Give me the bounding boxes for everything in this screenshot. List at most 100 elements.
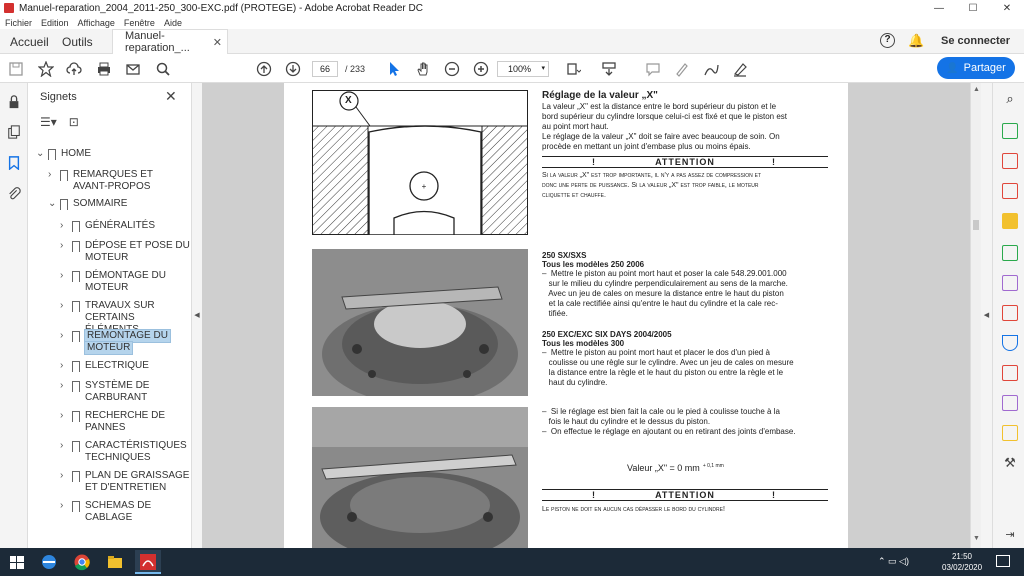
comment-tool-icon[interactable] — [1002, 213, 1018, 229]
share-button[interactable]: 👤 Partager — [937, 57, 1015, 79]
chevron-right-icon[interactable]: › — [60, 410, 70, 422]
organize-pages-icon[interactable] — [1002, 275, 1018, 291]
bookmark-icon[interactable] — [6, 156, 22, 172]
chevron-right-icon[interactable]: › — [60, 300, 70, 312]
search-icon-right[interactable]: ⌕ — [1002, 91, 1018, 107]
more-tools-icon[interactable]: ⚒ — [1002, 455, 1018, 471]
maximize-button[interactable]: ☐ — [956, 0, 990, 16]
sign-in-link[interactable]: Se connecter — [941, 35, 1010, 47]
page-down-icon[interactable] — [284, 60, 302, 78]
menu-fenetre[interactable]: Fenêtre — [124, 18, 155, 28]
tray-icons[interactable]: ⌃ ▭ ◁) — [878, 556, 909, 567]
sign-icon[interactable] — [731, 60, 749, 78]
chevron-right-icon[interactable]: › — [60, 360, 70, 372]
bookmark-item[interactable]: › DÉPOSE ET POSE DU — [60, 240, 190, 252]
edit-pdf-icon[interactable] — [1002, 183, 1018, 199]
menu-aide[interactable]: Aide — [164, 18, 182, 28]
chevron-right-icon[interactable]: › — [60, 500, 70, 512]
bookmark-item[interactable]: › SYSTÈME DE — [60, 380, 190, 392]
chevron-right-icon[interactable]: › — [48, 169, 58, 181]
collapse-left-panel-icon[interactable]: ◀ — [192, 83, 202, 548]
zoom-out-icon[interactable] — [443, 60, 461, 78]
bookmark-item[interactable]: MOTEUR — [60, 282, 190, 294]
bookmark-item[interactable]: AVANT-PROPOS — [48, 181, 178, 193]
bookmark-item[interactable]: ⌄ HOME — [36, 148, 166, 160]
bookmark-item[interactable]: › SCHEMAS DE — [60, 500, 190, 512]
bookmark-item[interactable]: TECHNIQUES — [60, 452, 190, 464]
menu-affichage[interactable]: Affichage — [78, 18, 115, 28]
pages-icon[interactable] — [6, 125, 22, 141]
chevron-down-icon[interactable]: ⌄ — [36, 148, 46, 160]
bookmark-item[interactable]: › GÉNÉRALITÉS — [60, 220, 190, 232]
comment-icon[interactable] — [644, 60, 662, 78]
bookmark-item[interactable]: › TRAVAUX SUR — [60, 300, 190, 312]
close-button[interactable]: ✕ — [990, 0, 1024, 16]
collapse-right-panel-icon[interactable]: ◀ — [981, 83, 992, 548]
chevron-right-icon[interactable]: › — [60, 270, 70, 282]
expand-right-icon[interactable]: ⇥ — [1002, 528, 1018, 544]
bookmark-item[interactable]: › REMARQUES ET — [48, 169, 178, 181]
vertical-scrollbar[interactable]: ▲ ▼ — [970, 83, 981, 548]
file-explorer-icon[interactable] — [106, 553, 124, 571]
fit-page-icon[interactable] — [564, 60, 582, 78]
bookmark-item[interactable]: PANNES — [60, 422, 190, 434]
page-up-icon[interactable] — [255, 60, 273, 78]
bookmark-item[interactable]: › REMONTAGE DU — [60, 329, 190, 343]
create-pdf-icon[interactable] — [1002, 153, 1018, 169]
page-number-input[interactable]: 66 — [312, 61, 338, 77]
bookmark-item[interactable]: › RECHERCHE DE — [60, 410, 190, 422]
chevron-right-icon[interactable]: › — [60, 220, 70, 232]
attachment-icon[interactable] — [6, 186, 22, 202]
scroll-thumb[interactable] — [973, 220, 979, 230]
upload-cloud-icon[interactable] — [65, 60, 83, 78]
chevron-right-icon[interactable]: › — [60, 470, 70, 482]
chevron-right-icon[interactable]: › — [60, 240, 70, 252]
send-for-review-icon[interactable] — [1002, 425, 1018, 441]
chevron-down-icon[interactable]: ⌄ — [48, 198, 58, 210]
scroll-mode-icon[interactable] — [600, 60, 618, 78]
chevron-right-icon[interactable]: › — [60, 380, 70, 392]
close-panel-icon[interactable]: ✕ — [165, 88, 177, 105]
bell-icon[interactable]: 🔔 — [908, 33, 924, 49]
select-cursor-icon[interactable] — [385, 60, 403, 78]
document-viewer[interactable]: + X Réglage de la valeur „X" La valeur „… — [202, 83, 970, 548]
tab-document[interactable]: Manuel-reparation_... ✕ — [112, 29, 228, 54]
scroll-up-icon[interactable]: ▲ — [973, 86, 980, 93]
lock-icon[interactable] — [6, 95, 22, 111]
bookmark-item[interactable]: ⌄ SOMMAIRE — [48, 198, 178, 210]
options-menu-icon[interactable]: ☰▾ — [40, 115, 57, 133]
save-icon[interactable] — [7, 60, 25, 78]
bookmark-item[interactable]: › ELECTRIQUE — [60, 360, 190, 372]
bookmark-item[interactable]: CABLAGE — [60, 512, 190, 524]
chevron-right-icon[interactable]: › — [60, 440, 70, 452]
search-icon[interactable] — [154, 60, 172, 78]
clock[interactable]: 21:50 03/02/2020 — [942, 551, 982, 573]
bookmark-item[interactable]: › PLAN DE GRAISSAGE — [60, 470, 190, 482]
redact-icon[interactable] — [1002, 305, 1018, 321]
star-icon[interactable] — [37, 60, 55, 78]
export-pdf-icon[interactable] — [1002, 123, 1018, 139]
windows-start-icon[interactable] — [8, 553, 26, 571]
fill-sign-icon[interactable] — [1002, 395, 1018, 411]
email-icon[interactable] — [124, 60, 142, 78]
draw-icon[interactable] — [702, 60, 720, 78]
acrobat-taskbar-icon[interactable] — [135, 550, 161, 574]
zoom-select[interactable]: 100% ▾ — [497, 61, 549, 77]
combine-files-icon[interactable] — [1002, 245, 1018, 261]
menu-fichier[interactable]: Fichier — [5, 18, 32, 28]
edge-icon[interactable] — [40, 553, 58, 571]
minimize-button[interactable]: — — [922, 0, 956, 16]
close-tab-icon[interactable]: ✕ — [213, 36, 222, 49]
notifications-icon[interactable] — [996, 555, 1010, 567]
bookmark-item[interactable]: CARBURANT — [60, 392, 190, 404]
bookmark-item[interactable]: CERTAINS ÉLÉMENTS — [60, 312, 190, 335]
bookmark-item[interactable]: MOTEUR — [60, 252, 190, 264]
chrome-icon[interactable] — [73, 553, 91, 571]
menu-edition[interactable]: Edition — [41, 18, 69, 28]
bookmark-item[interactable]: › CARACTÉRISTIQUES — [60, 440, 190, 452]
help-icon[interactable]: ? — [880, 33, 895, 48]
tab-tools[interactable]: Outils — [62, 29, 93, 54]
protect-icon[interactable] — [1002, 335, 1018, 351]
bookmark-item[interactable]: ET D'ENTRETIEN — [60, 482, 190, 494]
chevron-right-icon[interactable]: › — [60, 330, 70, 342]
